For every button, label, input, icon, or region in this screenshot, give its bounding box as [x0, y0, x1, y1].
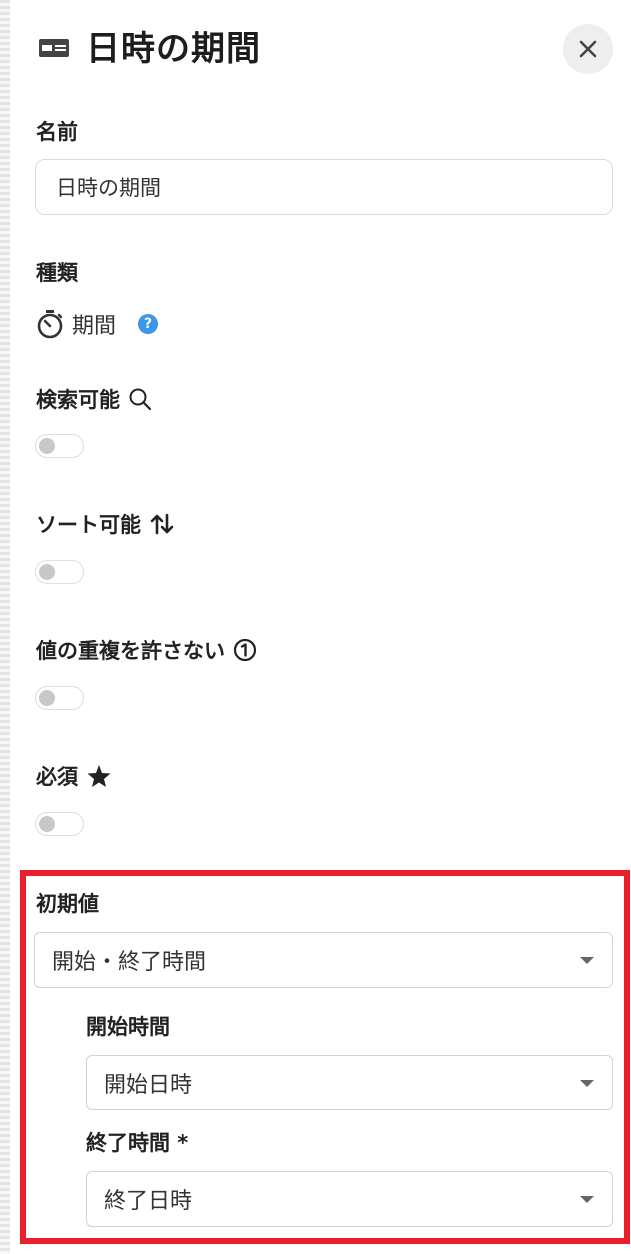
sortable-label: ソート可能 — [36, 509, 175, 539]
toggle-knob — [39, 690, 55, 706]
star-icon — [87, 765, 111, 787]
chevron-down-icon — [580, 1079, 594, 1087]
left-edge-divider — [0, 0, 10, 1254]
end-time-select[interactable]: 終了日時 — [86, 1171, 613, 1227]
initial-value-select[interactable]: 開始・終了時間 — [34, 932, 613, 988]
id-card-icon — [39, 39, 69, 57]
type-label: 種類 — [36, 261, 78, 285]
search-icon — [129, 388, 152, 411]
name-input[interactable]: 日時の期間 — [35, 159, 613, 215]
searchable-label: 検索可能 — [36, 384, 152, 414]
unique-label: 値の重複を許さない — [36, 635, 257, 665]
toggle-knob — [39, 564, 55, 580]
end-time-label: 終了時間 * — [86, 1131, 189, 1155]
unique-toggle[interactable] — [35, 686, 84, 710]
required-toggle[interactable] — [35, 812, 84, 836]
required-label: 必須 — [36, 761, 112, 791]
close-button[interactable] — [563, 24, 613, 74]
panel-title: 日時の期間 — [86, 29, 261, 69]
chevron-down-icon — [580, 1196, 594, 1203]
stopwatch-icon — [37, 310, 63, 339]
number-one-circle-icon — [233, 638, 257, 662]
name-label: 名前 — [36, 120, 78, 144]
sort-arrows-icon — [150, 513, 174, 535]
toggle-knob — [39, 816, 55, 832]
start-time-select[interactable]: 開始日時 — [86, 1055, 613, 1110]
toggle-knob — [39, 438, 55, 454]
start-time-label: 開始時間 — [86, 1015, 170, 1039]
chevron-down-icon — [580, 957, 594, 964]
sortable-toggle[interactable] — [35, 560, 84, 584]
searchable-toggle[interactable] — [35, 434, 84, 458]
type-value-row: 期間 ? — [36, 306, 159, 342]
type-value: 期間 — [72, 314, 117, 339]
close-icon — [579, 40, 597, 58]
initial-value-label: 初期値 — [36, 892, 99, 916]
question-circle-icon[interactable]: ? — [138, 314, 159, 334]
